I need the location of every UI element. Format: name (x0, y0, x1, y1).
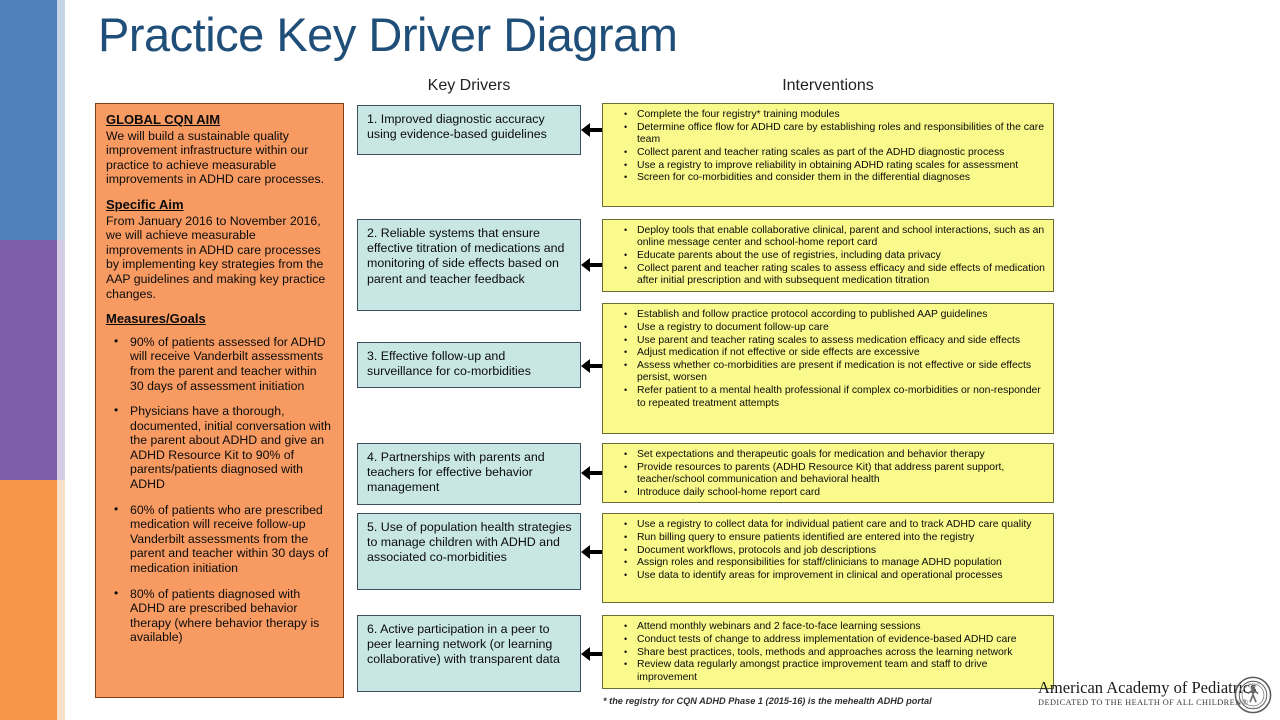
column-heading-key-drivers: Key Drivers (427, 77, 511, 94)
key-driver-box-6[interactable]: 6. Active participation in a peer to pee… (357, 615, 581, 692)
list-item: Use a registry to collect data for indiv… (607, 518, 1045, 531)
list-item: 60% of patients who are prescribed medic… (106, 502, 333, 576)
list-item: Use a registry to improve reliability in… (607, 159, 1045, 172)
measures-goals-heading: Measures/Goals (106, 311, 206, 327)
list-item: Introduce daily school-home report card (607, 486, 1045, 499)
global-aim-heading: GLOBAL CQN AIM (106, 112, 221, 127)
list-item: Attend monthly webinars and 2 face-to-fa… (607, 620, 1045, 633)
intervention-list-1: Complete the four registry* training mod… (607, 108, 1045, 185)
arrow-left-icon-2 (581, 258, 603, 272)
list-item: Establish and follow practice protocol a… (607, 308, 1045, 321)
measures-goals-list: 90% of patients assessed for ADHD will r… (106, 334, 333, 645)
list-item: 90% of patients assessed for ADHD will r… (106, 334, 333, 393)
list-item: Physicians have a thorough, documented, … (106, 403, 333, 492)
arrow-left-icon-3 (581, 359, 603, 373)
list-item: Provide resources to parents (ADHD Resou… (607, 461, 1045, 487)
list-item: Assign roles and responsibilities for st… (607, 556, 1045, 569)
list-item: Complete the four registry* training mod… (607, 108, 1045, 121)
sidebar-band-orange-shadow (57, 480, 65, 720)
intervention-list-5: Use a registry to collect data for indiv… (607, 518, 1045, 582)
svg-text:AMERICAN: AMERICAN (1246, 683, 1259, 686)
arrow-left-icon-1 (581, 123, 603, 137)
list-item: Share best practices, tools, methods and… (607, 646, 1045, 659)
intervention-box-2[interactable]: Deploy tools that enable collaborative c… (602, 219, 1054, 292)
aap-logo-name: American Academy of Pediatrics (1038, 678, 1257, 697)
list-item: Collect parent and teacher rating scales… (607, 146, 1045, 159)
footnote: * the registry for CQN ADHD Phase 1 (201… (603, 696, 932, 706)
list-item: 80% of patients diagnosed with ADHD are … (106, 586, 333, 645)
list-item: Educate parents about the use of registr… (607, 249, 1045, 262)
list-item: Determine office flow for ADHD care by e… (607, 121, 1045, 147)
list-item: Use data to identify areas for improveme… (607, 569, 1045, 582)
list-item: Refer patient to a mental health profess… (607, 384, 1045, 410)
key-driver-box-2[interactable]: 2. Reliable systems that ensure effectiv… (357, 219, 581, 311)
global-aim-panel: GLOBAL CQN AIM We will build a sustainab… (95, 103, 344, 698)
svg-text:PEDIATRICS: PEDIATRICS (1246, 707, 1261, 710)
list-item: Review data regularly amongst practice i… (607, 658, 1045, 684)
specific-aim-heading: Specific Aim (106, 196, 184, 212)
aap-logo-tagline: DEDICATED TO THE HEALTH OF ALL CHILDREN® (1038, 698, 1249, 707)
intervention-list-3: Establish and follow practice protocol a… (607, 308, 1045, 410)
list-item: Conduct tests of change to address imple… (607, 633, 1045, 646)
sidebar-band-orange (0, 480, 57, 720)
list-item: Assess whether co-morbidities are presen… (607, 359, 1045, 385)
intervention-box-4[interactable]: Set expectations and therapeutic goals f… (602, 443, 1054, 503)
list-item: Document workflows, protocols and job de… (607, 544, 1045, 557)
list-item: Use a registry to document follow-up car… (607, 321, 1045, 334)
intervention-list-6: Attend monthly webinars and 2 face-to-fa… (607, 620, 1045, 684)
list-item: Collect parent and teacher rating scales… (607, 262, 1045, 288)
arrow-left-icon-5 (581, 545, 603, 559)
intervention-list-4: Set expectations and therapeutic goals f… (607, 448, 1045, 499)
sidebar-band-blue (0, 0, 57, 240)
key-driver-box-5[interactable]: 5. Use of population health strategies t… (357, 513, 581, 590)
page-title: Practice Key Driver Diagram (98, 8, 678, 61)
key-driver-box-3[interactable]: 3. Effective follow-up and surveillance … (357, 342, 581, 388)
slide-canvas: Practice Key Driver Diagram Key Drivers … (0, 0, 1280, 720)
list-item: Set expectations and therapeutic goals f… (607, 448, 1045, 461)
aap-logo: American Academy of Pediatrics DEDICATED… (1038, 676, 1280, 720)
sidebar-band-purple (0, 240, 57, 480)
sidebar-band-purple-shadow (57, 240, 65, 480)
intervention-box-5[interactable]: Use a registry to collect data for indiv… (602, 513, 1054, 603)
list-item: Use parent and teacher rating scales to … (607, 334, 1045, 347)
aap-seal-icon: AMERICAN PEDIATRICS (1234, 676, 1272, 714)
global-aim-text: We will build a sustainable quality impr… (106, 128, 325, 187)
key-driver-box-1[interactable]: 1. Improved diagnostic accuracy using ev… (357, 105, 581, 155)
specific-aim-text: From January 2016 to November 2016, we w… (106, 213, 326, 301)
list-item: Screen for co-morbidities and consider t… (607, 171, 1045, 184)
intervention-box-6[interactable]: Attend monthly webinars and 2 face-to-fa… (602, 615, 1054, 689)
arrow-left-icon-4 (581, 466, 603, 480)
intervention-box-3[interactable]: Establish and follow practice protocol a… (602, 303, 1054, 434)
list-item: Adjust medication if not effective or si… (607, 346, 1045, 359)
intervention-list-2: Deploy tools that enable collaborative c… (607, 224, 1045, 288)
sidebar-band-blue-shadow (57, 0, 65, 240)
list-item: Deploy tools that enable collaborative c… (607, 224, 1045, 250)
intervention-box-1[interactable]: Complete the four registry* training mod… (602, 103, 1054, 207)
arrow-left-icon-6 (581, 647, 603, 661)
list-item: Run billing query to ensure patients ide… (607, 531, 1045, 544)
key-driver-box-4[interactable]: 4. Partnerships with parents and teacher… (357, 443, 581, 505)
column-heading-interventions: Interventions (782, 77, 874, 94)
